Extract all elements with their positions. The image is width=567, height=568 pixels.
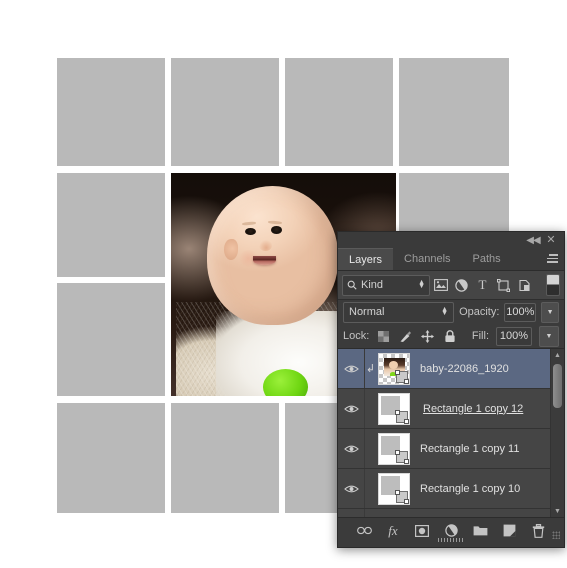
vector-mask-badge <box>395 409 409 424</box>
layer-filter-bar: Kind ▲ ▼ T <box>338 271 564 300</box>
layer-row[interactable]: ↲ baby-22086_1920 <box>338 349 564 389</box>
opacity-input[interactable]: 100% <box>504 302 537 322</box>
grid-cell[interactable] <box>171 403 279 513</box>
grid-cell[interactable] <box>57 403 165 513</box>
blend-mode-select[interactable]: Normal ▲ ▼ <box>343 301 455 323</box>
grid-cell[interactable] <box>57 58 165 166</box>
photo-baby-brow-left <box>242 221 257 226</box>
tab-paths[interactable]: Paths <box>461 248 512 270</box>
layer-thumbnail[interactable] <box>378 432 410 465</box>
filter-type-icon[interactable]: T <box>472 275 493 295</box>
tab-channels[interactable]: Channels <box>393 248 462 270</box>
search-icon <box>347 280 357 290</box>
chevron-updown-icon[interactable]: ▲ ▼ <box>441 306 448 317</box>
blend-mode-value: Normal <box>349 306 385 318</box>
photo-baby-eye-right <box>270 226 283 234</box>
eye-icon <box>343 365 359 372</box>
opacity-label: Opacity: <box>459 306 500 318</box>
layer-row[interactable]: Rectangle 1 copy 10 <box>338 469 564 509</box>
photo-baby-nose <box>259 240 273 252</box>
layer-style-fx-button[interactable]: fx <box>385 522 402 539</box>
new-fill-adjustment-layer-button[interactable] <box>443 522 460 539</box>
panel-titlebar[interactable]: ◀◀ ✕ <box>338 232 564 248</box>
chevron-updown-icon[interactable]: ▲ ▼ <box>418 279 425 290</box>
eye-icon <box>343 485 359 492</box>
grid-cell[interactable] <box>171 58 279 166</box>
photo-baby-head <box>207 186 338 325</box>
layer-visibility-toggle[interactable] <box>338 469 365 508</box>
grid-cell[interactable] <box>399 58 509 166</box>
layer-visibility-toggle[interactable] <box>338 389 365 428</box>
new-layer-button[interactable] <box>501 522 518 539</box>
filter-smartobject-icon[interactable] <box>514 275 535 295</box>
vector-mask-badge <box>395 369 409 384</box>
fill-label: Fill: <box>471 330 489 342</box>
link-layers-button[interactable] <box>356 522 373 539</box>
layer-name[interactable]: Rectangle 1 copy 11 <box>420 443 519 455</box>
filter-adjustment-icon[interactable] <box>451 275 472 295</box>
layer-row[interactable] <box>338 509 564 517</box>
layer-visibility-toggle[interactable] <box>338 429 365 468</box>
blend-mode-row: Normal ▲ ▼ Opacity: 100% ▼ <box>338 300 564 324</box>
photo-baby-eye-left <box>244 227 256 236</box>
layer-visibility-toggle[interactable] <box>338 349 365 388</box>
scroll-up-icon[interactable]: ▲ <box>551 349 564 361</box>
panel-tabs: Layers Channels Paths <box>338 248 564 271</box>
collapse-to-icons-icon[interactable]: ◀◀ <box>526 234 540 247</box>
layer-thumbnail[interactable] <box>378 472 410 505</box>
lock-row: Lock: Fill: 100% ▼ <box>338 324 564 349</box>
layers-list: ↲ baby-22086_1920 Rectangle 1 copy 12 Re… <box>338 349 564 517</box>
opacity-dropdown-icon[interactable]: ▼ <box>541 301 560 323</box>
delete-layer-button[interactable] <box>530 522 547 539</box>
screen: ◀◀ ✕ Layers Channels Paths Kind ▲ ▼ T No… <box>0 0 567 568</box>
grid-cell[interactable] <box>57 173 165 277</box>
layer-thumbnail[interactable] <box>378 392 410 425</box>
grid-cell[interactable] <box>57 283 165 396</box>
layers-panel-footer: fx <box>338 517 564 543</box>
vector-mask-badge <box>395 449 409 464</box>
layers-panel: ◀◀ ✕ Layers Channels Paths Kind ▲ ▼ T No… <box>337 231 565 548</box>
resize-grip-icon[interactable] <box>552 531 560 539</box>
filter-kind-label: Kind <box>361 279 384 291</box>
photo-baby-ear <box>223 238 239 260</box>
lock-all-icon[interactable] <box>442 329 457 344</box>
panel-menu-icon[interactable] <box>543 252 559 266</box>
panel-drag-grip-icon[interactable] <box>438 538 464 542</box>
scrollbar-thumb[interactable] <box>553 364 562 408</box>
layer-thumbnail[interactable] <box>378 352 410 385</box>
lock-image-pixels-icon[interactable] <box>398 329 413 344</box>
layer-visibility-toggle[interactable] <box>338 509 365 517</box>
layer-name[interactable]: baby-22086_1920 <box>420 363 509 375</box>
new-group-button[interactable] <box>472 522 489 539</box>
eye-icon <box>343 445 359 452</box>
lock-position-icon[interactable] <box>420 329 435 344</box>
fill-dropdown-icon[interactable]: ▼ <box>539 325 559 347</box>
layer-row[interactable]: Rectangle 1 copy 11 <box>338 429 564 469</box>
filter-kind-select[interactable]: Kind ▲ ▼ <box>342 274 430 296</box>
layers-scrollbar[interactable]: ▲ ▼ <box>550 349 564 517</box>
filter-enable-toggle[interactable] <box>546 274 560 296</box>
eye-icon <box>343 405 359 412</box>
photo-baby-brow-right <box>268 220 283 225</box>
filter-shape-icon[interactable] <box>493 275 514 295</box>
scroll-down-icon[interactable]: ▼ <box>551 505 564 517</box>
lock-transparent-pixels-icon[interactable] <box>376 329 391 344</box>
photo-baby-mouth <box>252 255 277 266</box>
tab-layers[interactable]: Layers <box>338 248 394 270</box>
layer-row[interactable]: Rectangle 1 copy 12 <box>338 389 564 429</box>
clipping-mask-icon: ↲ <box>365 363 376 375</box>
close-icon[interactable]: ✕ <box>544 234 558 247</box>
grid-cell[interactable] <box>285 58 393 166</box>
layer-name-input[interactable]: Rectangle 1 copy 12 <box>420 403 526 415</box>
add-layer-mask-button[interactable] <box>414 522 431 539</box>
layer-name[interactable]: Rectangle 1 copy 10 <box>420 483 520 495</box>
filter-pixel-icon[interactable] <box>430 275 451 295</box>
fill-input[interactable]: 100% <box>496 326 532 346</box>
vector-mask-badge <box>395 489 409 504</box>
lock-label: Lock: <box>343 330 370 342</box>
